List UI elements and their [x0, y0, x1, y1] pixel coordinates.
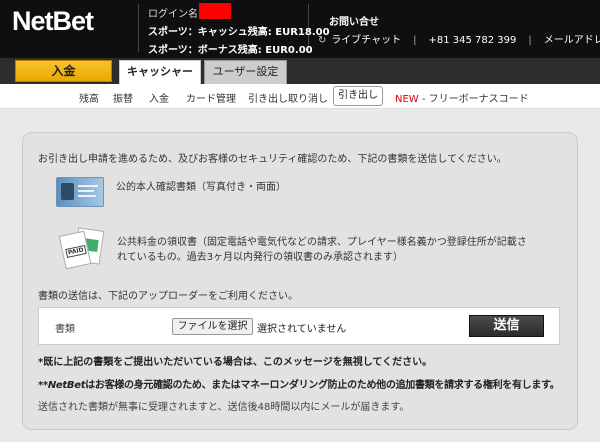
header-divider: [138, 4, 139, 52]
live-chat-link[interactable]: ライブチャット: [331, 35, 401, 46]
contact-title: お問い合せ: [329, 17, 379, 28]
refresh-icon[interactable]: ↻: [318, 35, 328, 46]
deposit-button[interactable]: 入金: [15, 60, 112, 82]
subnav-transfer[interactable]: 振替: [113, 90, 133, 105]
tab-cashier[interactable]: キャッシャー: [119, 60, 201, 84]
subnav-balance[interactable]: 残高: [79, 90, 99, 105]
separator: |: [413, 35, 417, 46]
subnav-withdrawal-cancel[interactable]: 引き出し取り消し: [248, 90, 328, 105]
doc-photo-id: 公的本人確認書類（写真付き・両面）: [116, 182, 286, 193]
phone-number: +81 345 782 399: [428, 35, 517, 46]
contact-row: ↻ ライブチャット | +81 345 782 399 | メールアドレス: [318, 31, 600, 46]
redacted-username: [199, 3, 231, 19]
subnav-free-bonus-code[interactable]: NEW - フリーボーナスコード: [395, 90, 529, 105]
separator: |: [528, 35, 532, 46]
subnav-card-management[interactable]: カード管理: [186, 90, 236, 105]
new-badge: NEW: [395, 94, 419, 105]
send-button[interactable]: 送信: [469, 315, 544, 337]
intro-text: お引き出し申請を進めるため、及びお客様のセキュリティ確認のため、下記の書類を送信…: [38, 154, 507, 165]
uploader-note: 書類の送信は、下記のアップローダーをご利用ください。: [38, 291, 298, 302]
bonus-balance: スポーツ：ボーナス残高: EUR0.00: [148, 45, 313, 56]
tab-user-settings[interactable]: ユーザー設定: [204, 60, 287, 84]
cash-balance: スポーツ：キャッシュ残高: EUR18.00: [148, 27, 330, 38]
netbet-logo[interactable]: NetBet: [12, 6, 94, 37]
subnav-withdrawal[interactable]: 引き出し: [333, 86, 383, 106]
rights-note: **NetBetはお客様の身元確認のため、またはマネーロンダリング防止のため他の…: [38, 380, 560, 391]
email-link[interactable]: メールアドレス: [544, 35, 600, 46]
subnav-deposit[interactable]: 入金: [149, 90, 169, 105]
doc-utility-bill: 公共料金の領収書（固定電話や電気代などの請求、プレイヤー様名義かつ登録住所が記載…: [117, 237, 527, 263]
id-card-icon: [56, 177, 104, 207]
utility-bill-icon: PAID: [58, 225, 106, 271]
choose-file-button[interactable]: ファイルを選択: [172, 318, 253, 335]
site-header: NetBet ログイン名： スポーツ：キャッシュ残高: EUR18.00 スポー…: [0, 0, 600, 58]
file-status: 選択されていません: [257, 324, 347, 335]
email-confirmation-note: 送信された書類が無事に受理されますと、送信後48時間以内にメールが届きます。: [38, 402, 410, 413]
upload-label: 書類: [55, 324, 75, 335]
ignore-note: *既に上記の書類をご提出いただいている場合は、このメッセージを無視してください。: [38, 357, 433, 368]
